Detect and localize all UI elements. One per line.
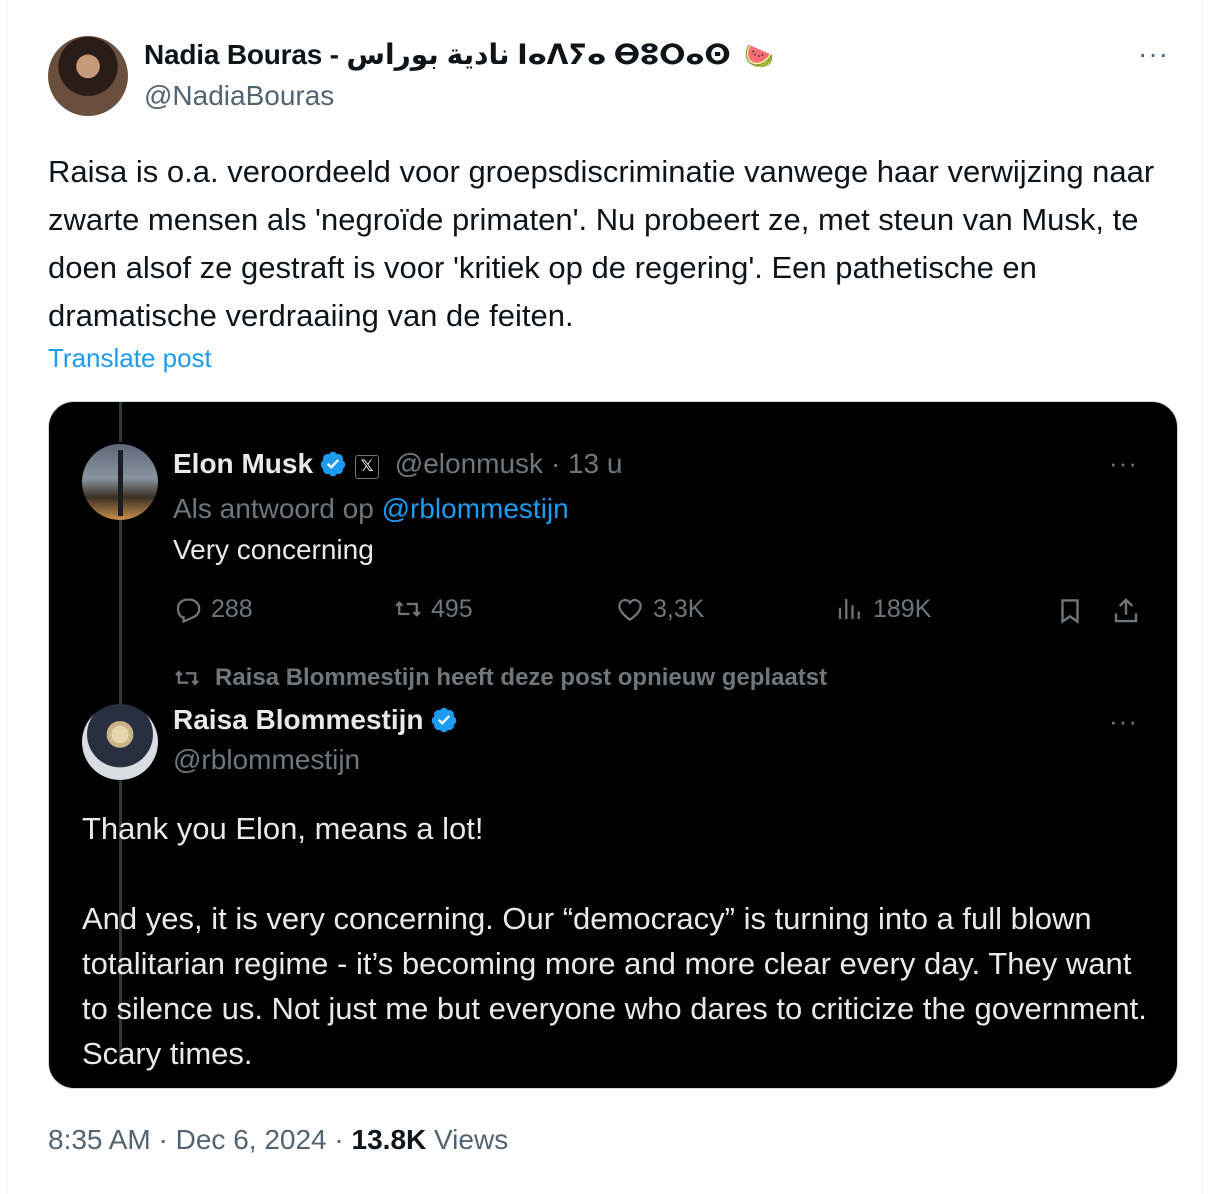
raisa-header: Raisa Blommestijn: [173, 704, 458, 736]
elon-more-icon: ···: [1109, 448, 1138, 478]
reply-to-handle: @rblommestijn: [381, 493, 569, 524]
author-avatar[interactable]: [48, 36, 128, 116]
views-action: 189K: [835, 594, 931, 624]
elon-handle: @elonmusk: [394, 448, 544, 479]
reply-context: Als antwoord op @rblommestijn: [173, 493, 569, 525]
thread-line-top: [119, 402, 122, 442]
raisa-avatar: [82, 704, 158, 780]
views-count-total: 13.8K: [351, 1124, 427, 1155]
raisa-paragraph-1: Thank you Elon, means a lot!: [82, 811, 484, 846]
verified-badge-icon: [431, 707, 456, 733]
more-options-icon[interactable]: ···: [1138, 38, 1169, 70]
elon-name: Elon Musk: [173, 448, 314, 479]
verified-badge-icon: [320, 451, 346, 477]
elon-post-text: Very concerning: [173, 534, 374, 565]
elon-header: Elon Musk 𝕏 @elonmusk · 13 u: [173, 448, 622, 480]
author-display-name[interactable]: Nadia Bouras - نادية بوراس ⵏⴰⴷⵢⴰ ⴱⵓⵔⴰⵙ 🍉: [144, 38, 774, 71]
heart-icon: [618, 598, 642, 621]
author-name-text: Nadia Bouras - نادية بوراس ⵏⴰⴷⵢⴰ ⴱⵓⵔⴰⵙ: [144, 39, 731, 70]
views-label: Views: [434, 1124, 509, 1155]
watermelon-emoji: 🍉: [744, 43, 774, 70]
reply-count: 288: [211, 594, 253, 623]
post-text: Raisa is o.a. veroordeeld voor groepsdis…: [48, 154, 1155, 333]
elon-avatar: [82, 444, 158, 520]
raisa-more-icon: ···: [1109, 706, 1138, 736]
embedded-screenshot[interactable]: Elon Musk 𝕏 @elonmusk · 13 u ··· Als antw…: [48, 401, 1178, 1089]
post-time[interactable]: 8:35 AM: [48, 1124, 151, 1155]
repost-action: 495: [393, 594, 473, 624]
author-handle[interactable]: @NadiaBouras: [144, 80, 334, 112]
meta-separator: ·: [158, 1124, 168, 1155]
repost-icon: [395, 601, 421, 617]
repost-note-icon: [175, 670, 199, 686]
post-meta: 8:35 AM · Dec 6, 2024 · 13.8K Views: [48, 1124, 508, 1156]
raisa-paragraph-2: And yes, it is very concerning. Our “dem…: [82, 901, 1147, 1071]
repost-note-text: Raisa Blommestijn heeft deze post opnieu…: [215, 664, 828, 691]
bookmark-action: [1055, 596, 1085, 631]
views-chart-icon: [838, 599, 860, 619]
bookmark-icon: [1061, 599, 1079, 624]
share-action: [1111, 596, 1141, 631]
views-count: 189K: [873, 594, 932, 623]
reply-action: 288: [173, 594, 253, 624]
raisa-name: Raisa Blommestijn: [173, 704, 424, 735]
reply-prefix: Als antwoord op: [173, 493, 374, 524]
repost-note: Raisa Blommestijn heeft deze post opnieu…: [173, 664, 827, 692]
raisa-post-text: Thank you Elon, means a lot! And yes, it…: [82, 806, 1162, 1076]
like-count: 3,3K: [653, 594, 705, 623]
meta-separator: ·: [334, 1124, 344, 1155]
translate-post-link[interactable]: Translate post: [48, 343, 212, 374]
tweet-card: Nadia Bouras - نادية بوراس ⵏⴰⴷⵢⴰ ⴱⵓⵔⴰⵙ 🍉…: [7, 0, 1203, 1194]
raisa-handle: @rblommestijn: [173, 744, 361, 775]
x-affiliation-icon: 𝕏: [355, 455, 380, 479]
reply-icon: [176, 598, 201, 624]
share-icon: [1114, 598, 1138, 623]
like-action: 3,3K: [615, 594, 704, 624]
elon-post-age: · 13 u: [550, 448, 623, 479]
repost-count: 495: [431, 594, 473, 623]
post-date[interactable]: Dec 6, 2024: [176, 1124, 327, 1155]
